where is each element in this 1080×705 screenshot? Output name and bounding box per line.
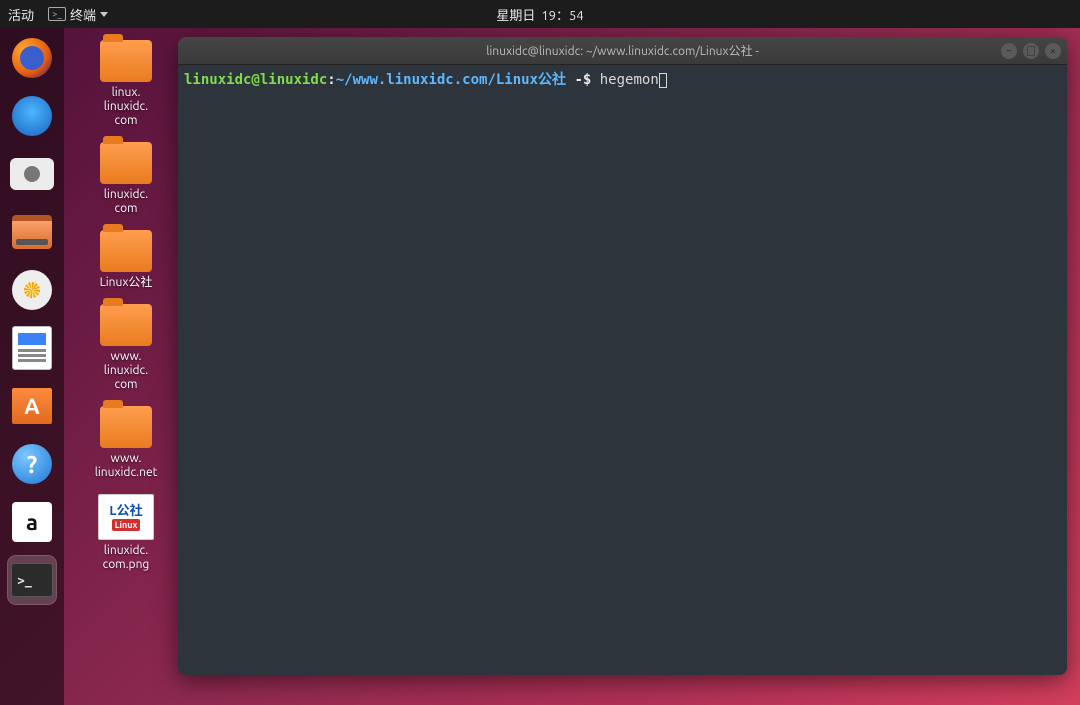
dock-firefox[interactable]: [8, 34, 56, 82]
prompt-suffix: -$: [566, 72, 600, 88]
software-center-icon: A: [12, 388, 52, 424]
minimize-button[interactable]: –: [1001, 43, 1017, 59]
desktop-icon-label: Linux公社: [100, 276, 153, 290]
dock-camera[interactable]: [8, 150, 56, 198]
folder-icon: [100, 406, 152, 448]
dock-files[interactable]: [8, 208, 56, 256]
thunderbird-icon: [12, 96, 52, 136]
typed-command: hegemon: [600, 72, 659, 88]
launcher-dock: A ? a >_: [0, 28, 64, 705]
clock[interactable]: 星期日 19：54: [496, 5, 583, 24]
chevron-down-icon: [100, 12, 108, 17]
desktop-icon-label: www. linuxidc.net: [95, 452, 158, 480]
desktop-icon-label: linuxidc. com.png: [103, 544, 150, 572]
prompt-user: linuxidc@linuxidc: [184, 72, 327, 88]
window-titlebar[interactable]: linuxidc@linuxidc: ~/www.linuxidc.com/Li…: [178, 37, 1067, 65]
dock-thunderbird[interactable]: [8, 92, 56, 140]
help-icon: ?: [12, 444, 52, 484]
maximize-button[interactable]: □: [1023, 43, 1039, 59]
desktop-icons: linux. linuxidc. com linuxidc. com Linux公社…: [78, 40, 174, 572]
writer-icon: [12, 326, 52, 370]
desktop-icon-1[interactable]: linuxidc. com: [78, 142, 174, 216]
close-button[interactable]: ×: [1045, 43, 1061, 59]
firefox-icon: [12, 38, 52, 78]
folder-icon: [100, 230, 152, 272]
clock-time: 19：54: [541, 5, 583, 24]
terminal-window: linuxidc@linuxidc: ~/www.linuxidc.com/Li…: [178, 37, 1067, 675]
desktop-icon-label: www. linuxidc. com: [104, 350, 148, 392]
cursor: [659, 73, 667, 88]
activities-button[interactable]: 活动: [8, 5, 34, 24]
top-menubar: 活动 >_ 终端 星期日 19：54: [0, 0, 1080, 28]
desktop-icon-label: linux. linuxidc. com: [104, 86, 148, 128]
dock-writer[interactable]: [8, 324, 56, 372]
dock-disks[interactable]: [8, 266, 56, 314]
folder-icon: [100, 142, 152, 184]
dock-amazon[interactable]: a: [8, 498, 56, 546]
desktop-icon-3[interactable]: www. linuxidc. com: [78, 304, 174, 392]
terminal-small-icon: >_: [48, 7, 66, 21]
files-icon: [12, 215, 52, 249]
amazon-icon: a: [12, 502, 52, 542]
terminal-body[interactable]: linuxidc@linuxidc:~/www.linuxidc.com/Lin…: [178, 65, 1067, 675]
desktop-icon-2[interactable]: Linux公社: [78, 230, 174, 290]
active-app-indicator[interactable]: >_ 终端: [48, 5, 108, 24]
dock-help[interactable]: ?: [8, 440, 56, 488]
dock-software[interactable]: A: [8, 382, 56, 430]
disk-icon: [12, 270, 52, 310]
desktop-icon-5[interactable]: L公社Linux linuxidc. com.png: [78, 494, 174, 572]
camera-icon: [10, 158, 54, 190]
window-controls: – □ ×: [1001, 43, 1061, 59]
window-title: linuxidc@linuxidc: ~/www.linuxidc.com/Li…: [486, 42, 759, 59]
folder-icon: [100, 40, 152, 82]
clock-day: 星期日: [496, 5, 535, 24]
image-thumbnail: L公社Linux: [98, 494, 154, 540]
desktop-icon-label: linuxidc. com: [104, 188, 148, 216]
prompt-path: ~/www.linuxidc.com/Linux公社: [336, 72, 566, 88]
dock-terminal[interactable]: >_: [8, 556, 56, 604]
active-app-label: 终端: [70, 5, 96, 24]
terminal-icon: >_: [11, 563, 53, 597]
folder-icon: [100, 304, 152, 346]
desktop-icon-0[interactable]: linux. linuxidc. com: [78, 40, 174, 128]
desktop-icon-4[interactable]: www. linuxidc.net: [78, 406, 174, 480]
